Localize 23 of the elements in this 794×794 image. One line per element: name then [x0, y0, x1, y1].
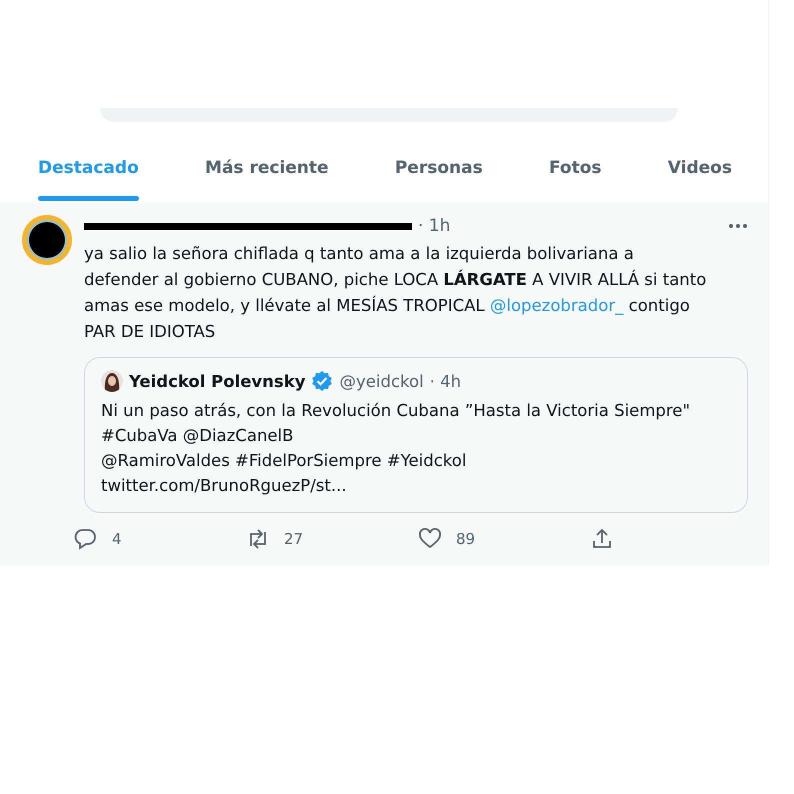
- quote-text: @RamiroValdes #FidelPorSiempre #Yeidckol: [101, 450, 468, 472]
- user-name[interactable]: Yeidckol Polevnsky: [129, 372, 306, 390]
- user-handle: @yeidckol: [339, 372, 424, 390]
- tab[interactable]: Fotos: [548, 122, 602, 203]
- action-count: 27: [284, 530, 304, 548]
- quote-text: twitter.com/BrunoRguezP/st...: [101, 475, 348, 497]
- action-count: 89: [456, 530, 476, 548]
- heart-icon[interactable]: [418, 527, 442, 551]
- quote-text: Ni un paso atrás, con la Revolución Cubana ”Hasta la Victoria Siempre": [101, 400, 692, 422]
- tab[interactable]: Más reciente: [205, 122, 329, 203]
- quoted-tweet[interactable]: Yeidckol Polevnsky @yeidckol · 4h Ni un paso atrás, con la Revolución Cubana ”Hasta la Victoria Siempre" #CubaVa @DiazCanelB @RamiroValdes #FidelPorSiempre #Yeidckol twitter.com/BrunoRguezP/st...: [84, 357, 748, 513]
- timestamp: · 4h: [430, 372, 462, 390]
- tweet-text: ya salio la señora chiflada q tanto ama a la izquierda bolivariana a defender al gobierno CUBANO, piche LOCA LÁRGATE A VIVIR ALLÁ si tanto amas ese modelo, y llévate al MESÍAS TROPICAL @lopezobrador_ contigo PAR DE IDIOTAS: [84, 243, 708, 343]
- share-icon[interactable]: [590, 527, 614, 551]
- action-count: 4: [112, 530, 122, 548]
- reply-icon[interactable]: [74, 527, 98, 551]
- timestamp[interactable]: · 1h: [418, 216, 450, 236]
- avatar: [101, 370, 123, 392]
- tab[interactable]: Personas: [394, 122, 483, 203]
- tab[interactable]: Videos: [668, 122, 732, 203]
- quote-text: #CubaVa @DiazCanelB: [101, 425, 294, 447]
- avatar[interactable]: [22, 215, 72, 265]
- more-icon[interactable]: [728, 223, 748, 229]
